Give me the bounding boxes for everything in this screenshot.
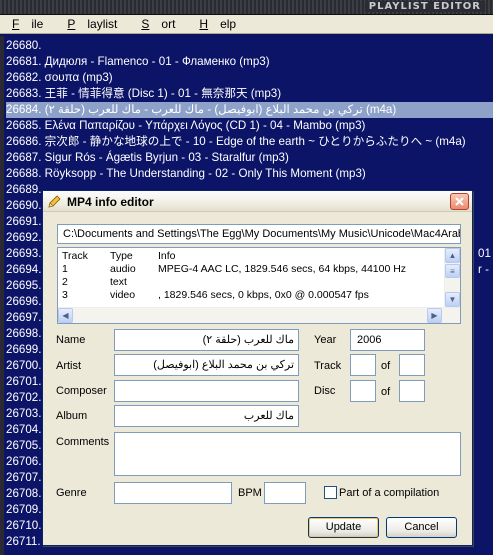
- year-label: Year: [314, 334, 337, 346]
- track-label: Track: [314, 360, 342, 372]
- column-header-track: Track: [62, 250, 88, 262]
- scroll-up-button[interactable]: ▲: [445, 248, 460, 263]
- menu-bar: File Playlist Sort Help: [0, 15, 493, 34]
- table-row[interactable]: 2 text: [62, 276, 406, 289]
- album-field[interactable]: ماك للعرب: [114, 405, 299, 427]
- grip-icon: ≡: [450, 266, 455, 276]
- update-button[interactable]: Update: [308, 517, 379, 538]
- window-title: PLAYLIST EDITOR: [364, 1, 485, 12]
- track-number-field[interactable]: [350, 354, 376, 376]
- playlist-row[interactable]: 26687. Sigur Rós - Ágætis Byrjun - 03 - …: [6, 150, 493, 166]
- table-row[interactable]: 1 audio MPEG-4 AAC LC, 1829.546 secs, 64…: [62, 263, 406, 276]
- arrow-right-icon: ▶: [431, 311, 438, 320]
- menu-file[interactable]: File: [0, 17, 55, 31]
- menu-help[interactable]: Help: [187, 17, 248, 31]
- disc-of-label: of: [381, 386, 391, 398]
- close-icon: [455, 197, 464, 206]
- scroll-thumb[interactable]: ≡: [445, 264, 460, 278]
- scroll-left-button[interactable]: ◀: [58, 308, 73, 323]
- genre-field[interactable]: [114, 482, 232, 504]
- artist-label: Artist: [56, 360, 82, 372]
- playlist-row[interactable]: 26686. 宗次郎 - 静かな地球の上で - 10 - Edge of the…: [6, 134, 493, 150]
- comments-field[interactable]: [114, 432, 461, 476]
- disc-label: Disc: [314, 385, 336, 397]
- column-header-info: Info: [158, 250, 176, 262]
- playlist-row[interactable]: 26683. 王菲 - 情菲得意 (Disc 1) - 01 - 無奈那天 (m…: [6, 86, 493, 102]
- mp4-info-editor-dialog: MP4 info editor C:\Documents and Setting…: [42, 190, 473, 546]
- playlist-row-fragment[interactable]: 01 -: [478, 246, 492, 262]
- dialog-title: MP4 info editor: [67, 195, 154, 209]
- track-number: 3: [62, 289, 68, 301]
- disc-number-field[interactable]: [350, 380, 376, 402]
- playlist-row[interactable]: 26681. Дидюля - Flamenco - 01 - Фламенко…: [6, 54, 493, 70]
- tracks-vertical-scrollbar[interactable]: ▲ ≡ ▼: [444, 248, 460, 308]
- arrow-left-icon: ◀: [62, 311, 69, 320]
- track-info: , 1829.546 secs, 0 kbps, 0x0 @ 0.000547 …: [158, 289, 369, 301]
- track-total-field[interactable]: [399, 354, 425, 376]
- file-path-field[interactable]: C:\Documents and Settings\The Egg\My Doc…: [57, 224, 461, 244]
- cancel-button[interactable]: Cancel: [386, 517, 457, 538]
- tracks-list[interactable]: Track Type Info 1 audio MPEG-4 AAC LC, 1…: [57, 247, 461, 324]
- track-info: MPEG-4 AAC LC, 1829.546 secs, 64 kbps, 4…: [158, 263, 407, 275]
- dialog-title-bar[interactable]: MP4 info editor: [43, 191, 472, 212]
- composer-label: Composer: [56, 385, 107, 397]
- album-label: Album: [56, 410, 88, 422]
- tracks-horizontal-scrollbar[interactable]: ◀ ▶: [58, 307, 460, 323]
- playlist-row[interactable]: 26685. Ελένα Παπαρίζου - Υπάρχει Λόγος (…: [6, 118, 493, 134]
- tracks-header-row: Track Type Info: [62, 250, 406, 263]
- name-label: Name: [56, 334, 86, 346]
- track-of-label: of: [381, 360, 391, 372]
- disc-total-field[interactable]: [399, 380, 425, 402]
- column-header-type: Type: [110, 250, 133, 262]
- track-number: 1: [62, 263, 68, 275]
- artist-field[interactable]: تركي بن محمد البلاع (ابوفيصل): [114, 354, 299, 376]
- year-field[interactable]: 2006: [350, 329, 425, 351]
- bpm-field[interactable]: [264, 482, 306, 504]
- compilation-checkbox[interactable]: [324, 486, 337, 499]
- playlist-row[interactable]: 26680.: [6, 38, 493, 54]
- compilation-label: Part of a compilation: [339, 487, 440, 499]
- name-field[interactable]: ماك للعرب (حلقة ٢): [114, 329, 299, 351]
- track-type: text: [110, 276, 127, 288]
- scroll-down-button[interactable]: ▼: [445, 292, 460, 307]
- track-type: video: [110, 289, 136, 301]
- arrow-up-icon: ▲: [448, 251, 457, 260]
- bpm-label: BPM: [238, 487, 262, 499]
- composer-field[interactable]: [114, 380, 299, 402]
- menu-playlist[interactable]: Playlist: [55, 17, 129, 31]
- playlist-row[interactable]: 26684. تركي بن محمد البلاع (ابوفيصل) - م…: [6, 102, 493, 118]
- menu-sort[interactable]: Sort: [129, 17, 187, 31]
- scroll-right-button[interactable]: ▶: [427, 308, 442, 323]
- arrow-down-icon: ▼: [448, 295, 457, 304]
- playlist-row-fragment[interactable]: r -: [478, 262, 492, 278]
- playlist-row[interactable]: 26682. σουπα (mp3): [6, 70, 493, 86]
- track-type: audio: [110, 263, 136, 275]
- pencil-icon: [48, 195, 61, 208]
- genre-label: Genre: [56, 487, 87, 499]
- playlist-row[interactable]: 26688. Röyksopp - The Understanding - 02…: [6, 166, 493, 182]
- playlist-title-bar[interactable]: PLAYLIST EDITOR: [0, 0, 493, 15]
- comments-label: Comments: [56, 436, 110, 448]
- table-row[interactable]: 3 video , 1829.546 secs, 0 kbps, 0x0 @ 0…: [62, 289, 406, 302]
- track-info: [158, 276, 406, 289]
- track-number: 2: [62, 276, 68, 288]
- close-button[interactable]: [450, 193, 469, 210]
